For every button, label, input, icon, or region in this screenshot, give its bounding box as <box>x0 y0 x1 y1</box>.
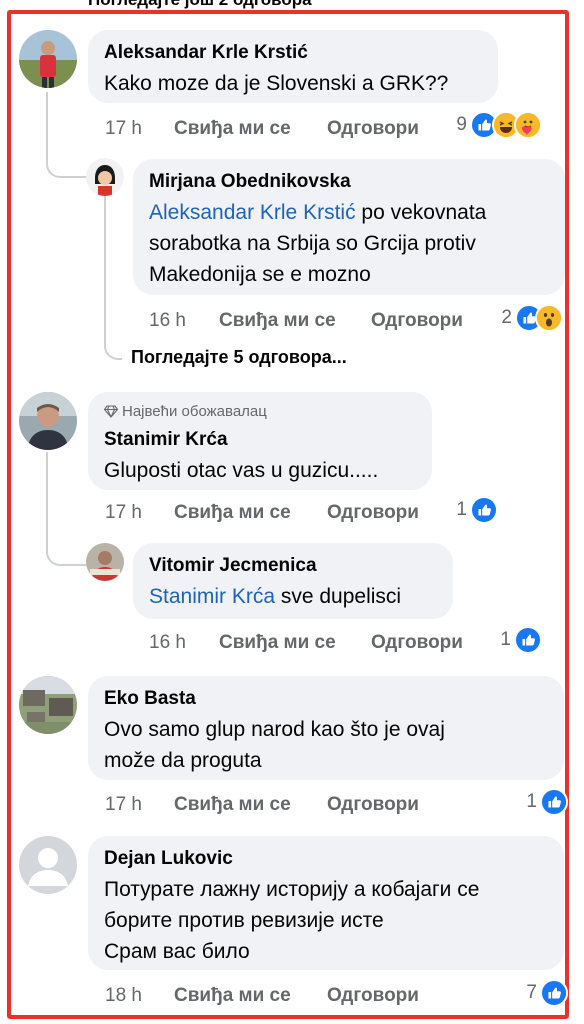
comment-author[interactable]: Eko Basta <box>104 687 548 711</box>
mention-link[interactable]: Stanimir Krća <box>149 585 275 608</box>
comment-bubble: Aleksandar Krle Krstić Kako moze da je S… <box>88 30 498 103</box>
wow-icon <box>535 304 563 332</box>
comment-text: Ovo samo glup narod kao što je ovaj može… <box>104 718 445 772</box>
reactions[interactable]: 2 <box>501 304 571 332</box>
avatar[interactable] <box>19 676 77 734</box>
badge-label: Највећи обожавалац <box>122 403 267 420</box>
avatar[interactable] <box>19 30 77 88</box>
like-button[interactable]: Свиђа ми се <box>219 310 336 332</box>
comment-text: Kako moze da je Slovenski a GRK?? <box>104 72 449 95</box>
care-icon <box>514 111 542 139</box>
comment-text: Gluposti otac vas u guzicu..... <box>104 459 379 482</box>
like-icon <box>540 788 568 816</box>
comment-time[interactable]: 18 h <box>105 985 142 1007</box>
avatar[interactable] <box>86 158 124 196</box>
comment-author[interactable]: Vitomir Jecmenica <box>149 554 437 578</box>
comment-bubble: Vitomir Jecmenica Stanimir Krća sve dupe… <box>133 543 453 619</box>
comment-author[interactable]: Dejan Lukovic <box>104 847 548 871</box>
thread-line <box>46 92 86 178</box>
like-button[interactable]: Свиђа ми се <box>174 118 291 140</box>
reactions[interactable]: 1 <box>526 788 570 816</box>
thread-line <box>46 452 86 566</box>
reaction-count: 2 <box>501 307 512 328</box>
thread-line <box>104 196 122 360</box>
top-fan-badge[interactable]: Највећи обожавалац <box>103 402 416 424</box>
comment-author[interactable]: Mirjana Obednikovska <box>149 170 549 194</box>
reaction-count: 1 <box>500 629 511 650</box>
view-more-replies-top[interactable]: Погледајте још 2 одговора <box>0 0 584 14</box>
reactions[interactable]: 9 <box>456 111 550 139</box>
view-more-replies-top-label: Погледајте још 2 одговора <box>88 0 312 10</box>
like-icon <box>514 626 542 654</box>
comment-time[interactable]: 16 h <box>149 632 186 654</box>
like-button[interactable]: Свиђа ми се <box>219 632 336 654</box>
like-button[interactable]: Свиђа ми се <box>174 985 291 1007</box>
avatar[interactable] <box>19 836 77 894</box>
comment-author[interactable]: Stanimir Krća <box>104 428 416 452</box>
comment-text: Aleksandar Krle Krstić po vekovnata sora… <box>149 201 487 286</box>
reaction-count: 1 <box>456 499 467 520</box>
reactions[interactable]: 7 <box>526 979 570 1007</box>
avatar[interactable] <box>19 392 77 450</box>
like-button[interactable]: Свиђа ми се <box>174 794 291 816</box>
mention-link[interactable]: Aleksandar Krle Krstić <box>149 201 356 224</box>
reactions[interactable]: 1 <box>456 496 500 524</box>
avatar[interactable] <box>86 543 124 581</box>
comment-bubble: Највећи обожавалац Stanimir Krća Glupost… <box>88 392 432 490</box>
like-button[interactable]: Свиђа ми се <box>174 502 291 524</box>
reaction-count: 7 <box>526 982 537 1003</box>
reply-button[interactable]: Одговори <box>327 502 419 524</box>
like-icon <box>470 496 498 524</box>
reply-button[interactable]: Одговори <box>327 794 419 816</box>
comment-author[interactable]: Aleksandar Krle Krstić <box>104 41 482 65</box>
diamond-icon <box>103 404 119 424</box>
comment-bubble: Dejan Lukovic Потурате лажну историју а … <box>88 836 564 970</box>
reactions[interactable]: 1 <box>500 626 544 654</box>
reply-button[interactable]: Одговори <box>371 310 463 332</box>
comment-time[interactable]: 17 h <box>105 502 142 524</box>
view-replies-link[interactable]: Погледајте 5 одговора... <box>131 347 347 368</box>
reply-button[interactable]: Одговори <box>371 632 463 654</box>
comment-bubble: Mirjana Obednikovska Aleksandar Krle Krs… <box>133 159 565 295</box>
comment-time[interactable]: 17 h <box>105 794 142 816</box>
reaction-count: 1 <box>526 791 537 812</box>
comment-time[interactable]: 17 h <box>105 118 142 140</box>
reply-button[interactable]: Одговори <box>327 118 419 140</box>
reaction-count: 9 <box>456 114 467 135</box>
like-icon <box>540 979 568 1007</box>
comment-text: Stanimir Krća sve dupelisci <box>149 585 402 608</box>
comment-time[interactable]: 16 h <box>149 310 186 332</box>
reply-button[interactable]: Одговори <box>327 985 419 1007</box>
comment-bubble: Eko Basta Ovo samo glup narod kao što je… <box>88 676 564 780</box>
comment-text: Потурате лажну историју а кобајаги се бо… <box>104 878 480 963</box>
